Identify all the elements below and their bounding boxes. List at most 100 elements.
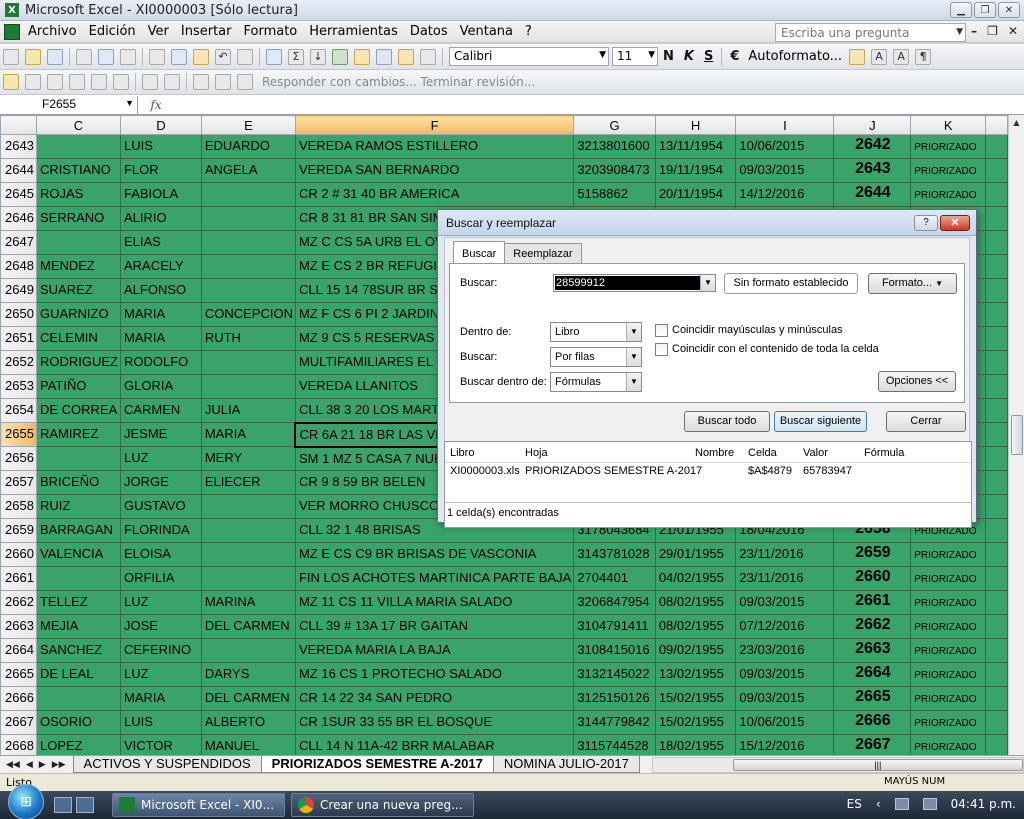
- excel-icon[interactable]: X: [5, 3, 19, 17]
- review-icon[interactable]: [47, 74, 63, 90]
- cell-g[interactable]: 2704401: [573, 566, 656, 591]
- cell-overflow[interactable]: [985, 230, 1008, 255]
- results-header-libro[interactable]: Libro: [450, 447, 474, 459]
- cell-d[interactable]: ALFONSO: [119, 278, 202, 303]
- cell-e[interactable]: JULIA: [200, 398, 296, 423]
- row-header[interactable]: 2644: [0, 158, 37, 183]
- cell-e[interactable]: ANGELA: [200, 158, 296, 183]
- chevron-down-icon[interactable]: ▼: [626, 348, 641, 366]
- cell-j[interactable]: 2667: [833, 734, 912, 755]
- workbook-icon[interactable]: [4, 23, 20, 40]
- cell-overflow[interactable]: [985, 710, 1008, 735]
- cell-c[interactable]: SUAREZ: [35, 278, 121, 303]
- results-header-formula[interactable]: Fórmula: [864, 447, 904, 459]
- cell-k[interactable]: PRIORIZADO: [910, 710, 987, 735]
- zoom-icon[interactable]: [376, 48, 392, 65]
- reject-change-icon[interactable]: [164, 74, 180, 90]
- result-valor[interactable]: 65783947: [803, 465, 852, 477]
- find-all-button[interactable]: Buscar todo: [684, 411, 770, 432]
- cell-d[interactable]: MARIA: [119, 302, 202, 327]
- cell-overflow[interactable]: [985, 374, 1008, 399]
- cell-h[interactable]: 13/02/1955: [654, 662, 737, 687]
- cell-d[interactable]: JESME: [119, 422, 202, 447]
- underline-button[interactable]: S: [704, 49, 713, 64]
- first-sheet-icon[interactable]: ◀◀: [6, 759, 20, 770]
- cell-c[interactable]: RUIZ: [35, 494, 121, 519]
- cell-j[interactable]: 2642: [833, 134, 912, 159]
- chevron-down-icon[interactable]: ▼: [125, 98, 134, 108]
- cell-d[interactable]: ARACELY: [119, 254, 202, 279]
- cell-j[interactable]: 2666: [833, 710, 912, 735]
- match-entire-checkbox[interactable]: [655, 343, 668, 356]
- cell-g[interactable]: 3206847954: [573, 590, 656, 615]
- cell-k[interactable]: PRIORIZADO: [910, 542, 987, 567]
- euro-currency-button[interactable]: €: [730, 49, 739, 64]
- cell-f[interactable]: VEREDA RAMOS ESTILLERO: [294, 134, 575, 159]
- cell-k[interactable]: PRIORIZADO: [910, 686, 987, 711]
- cell-c[interactable]: SERRANO: [35, 206, 121, 231]
- cell-overflow[interactable]: [985, 398, 1008, 423]
- cell-c[interactable]: OSORIO: [35, 710, 121, 735]
- cut-icon[interactable]: [149, 48, 165, 65]
- cell-e[interactable]: [200, 494, 296, 519]
- cell-i[interactable]: 09/03/2015: [735, 590, 835, 615]
- horizontal-scroll-thumb[interactable]: |||: [732, 758, 1023, 771]
- cell-g[interactable]: 3108415016: [573, 638, 656, 663]
- cell-e[interactable]: MARINA: [200, 590, 296, 615]
- cell-k[interactable]: PRIORIZADO: [910, 662, 987, 687]
- next-sheet-icon[interactable]: ▶: [39, 759, 46, 770]
- cell-d[interactable]: MARIA: [119, 686, 202, 711]
- select-all-corner[interactable]: [0, 115, 37, 135]
- cell-overflow[interactable]: [985, 470, 1008, 495]
- row-header[interactable]: 2643: [0, 134, 37, 159]
- review-icon[interactable]: [25, 74, 41, 90]
- cell-c[interactable]: [35, 566, 121, 591]
- cell-e[interactable]: MANUEL: [200, 734, 296, 755]
- cell-e[interactable]: [200, 638, 296, 663]
- row-header[interactable]: 2661: [0, 566, 37, 591]
- ask-question-input[interactable]: Escriba una pregunta ▼: [775, 23, 966, 42]
- cell-f[interactable]: CR 2 # 31 40 BR AMERICA: [294, 182, 575, 207]
- row-header[interactable]: 2664: [0, 638, 37, 663]
- chevron-down-icon[interactable]: ▼: [956, 27, 963, 37]
- results-header-valor[interactable]: Valor: [803, 447, 828, 459]
- chevron-down-icon[interactable]: ▼: [626, 373, 641, 391]
- cell-c[interactable]: [35, 686, 121, 711]
- cell-d[interactable]: ALIRIO: [119, 206, 202, 231]
- save-icon[interactable]: [47, 48, 63, 65]
- cell-overflow[interactable]: [985, 518, 1008, 543]
- menu-herramientas[interactable]: Herramientas: [303, 24, 404, 39]
- cell-j[interactable]: 2643: [833, 158, 912, 183]
- network-icon[interactable]: [894, 798, 909, 810]
- cell-overflow[interactable]: [985, 182, 1008, 207]
- paragraph-direction-icon[interactable]: ¶: [915, 48, 932, 65]
- send-icon[interactable]: [91, 74, 107, 90]
- cell-f[interactable]: MZ E CS C9 BR BRISAS DE VASCONIA: [294, 542, 575, 567]
- sheet-tab-activos[interactable]: ACTIVOS Y SUSPENDIDOS: [72, 756, 262, 773]
- cell-d[interactable]: ORFILIA: [119, 566, 202, 591]
- start-button[interactable]: ⊞: [8, 784, 44, 819]
- cell-j[interactable]: 2665: [833, 686, 912, 711]
- result-hoja[interactable]: PRIORIZADOS SEMESTRE A-2017: [525, 465, 702, 477]
- workbook-restore-button[interactable]: ❐: [987, 24, 998, 38]
- column-header-k[interactable]: K: [910, 115, 987, 135]
- chevron-down-icon[interactable]: ▼: [626, 323, 641, 341]
- cell-c[interactable]: DE LEAL: [35, 662, 121, 687]
- cell-overflow[interactable]: [985, 302, 1008, 327]
- chevron-down-icon[interactable]: ▼: [599, 50, 606, 60]
- cell-e[interactable]: DEL CARMEN: [200, 614, 296, 639]
- cell-h[interactable]: 18/02/1955: [654, 734, 737, 755]
- scroll-up-icon[interactable]: ▲: [1009, 115, 1024, 131]
- formula-input[interactable]: [174, 96, 1024, 114]
- result-libro[interactable]: XI0000003.xls: [450, 465, 520, 477]
- menu-edicion[interactable]: Edición: [83, 24, 142, 39]
- cell-c[interactable]: GUARNIZO: [35, 302, 121, 327]
- cell-f[interactable]: VEREDA SAN BERNARDO: [294, 158, 575, 183]
- cell-h[interactable]: 15/02/1955: [654, 710, 737, 735]
- cell-c[interactable]: MEJIA: [35, 614, 121, 639]
- cell-d[interactable]: LUZ: [119, 446, 202, 471]
- cell-e[interactable]: [200, 230, 296, 255]
- compare-icon[interactable]: [215, 74, 231, 90]
- cell-g[interactable]: 3104791411: [573, 614, 656, 639]
- cell-e[interactable]: EDUARDO: [200, 134, 296, 159]
